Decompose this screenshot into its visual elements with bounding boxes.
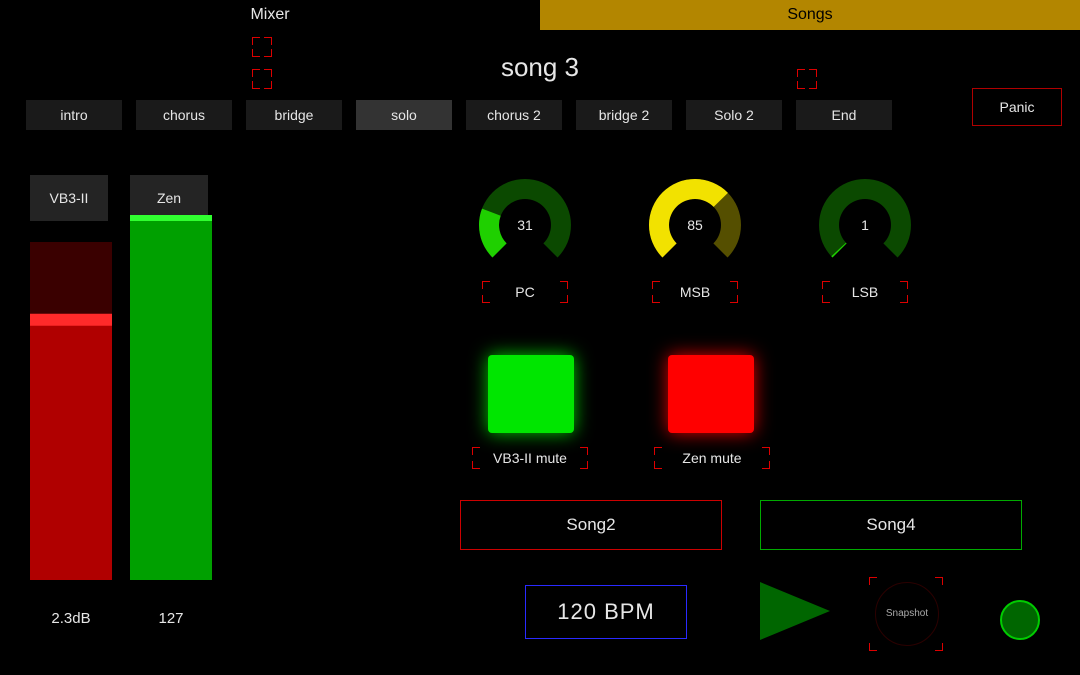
knob-msb-label: MSB [610,284,780,300]
section-button-chorus-2[interactable]: chorus 2 [466,100,562,130]
meter-zen-value: 127 [126,610,216,627]
mute-zen-pad[interactable] [668,355,754,433]
section-button-solo[interactable]: solo [356,100,452,130]
section-button-bridge[interactable]: bridge [246,100,342,130]
play-button[interactable] [760,582,830,640]
knob-lsb[interactable]: 1 [805,170,925,280]
snapshot-button[interactable]: Snapshot [875,582,939,646]
song-title: song 3 [0,52,1080,83]
section-button-intro[interactable]: intro [26,100,122,130]
tab-mixer[interactable]: Mixer [0,0,540,30]
status-led[interactable] [1000,600,1040,640]
knob-lsb-group: 1 LSB [780,170,950,300]
knob-msb-group: 85 MSB [610,170,780,300]
song-next-button[interactable]: Song4 [760,500,1022,550]
svg-text:31: 31 [517,217,533,233]
section-button-chorus[interactable]: chorus [136,100,232,130]
panic-button[interactable]: Panic [972,88,1062,126]
meter-zen[interactable] [130,215,212,580]
svg-text:1: 1 [861,217,869,233]
knob-pc[interactable]: 31 [465,170,585,280]
svg-text:85: 85 [687,217,703,233]
knob-lsb-label: LSB [780,284,950,300]
meter-vb3ii-value: 2.3dB [26,610,116,627]
section-button-solo-2[interactable]: Solo 2 [686,100,782,130]
meter-vb3ii[interactable] [30,242,112,580]
mute-zen-label: Zen mute [632,450,792,466]
mute-vb3ii-label: VB3-II mute [450,450,610,466]
section-button-end[interactable]: End [796,100,892,130]
song-prev-button[interactable]: Song2 [460,500,722,550]
channel-vb3ii-button[interactable]: VB3-II [30,175,108,221]
mute-vb3ii-pad[interactable] [488,355,574,433]
section-button-bridge-2[interactable]: bridge 2 [576,100,672,130]
knob-pc-label: PC [440,284,610,300]
tab-songs[interactable]: Songs [540,0,1080,30]
knob-msb[interactable]: 85 [635,170,755,280]
bpm-display[interactable]: 120 BPM [525,585,687,639]
knob-pc-group: 31 PC [440,170,610,300]
